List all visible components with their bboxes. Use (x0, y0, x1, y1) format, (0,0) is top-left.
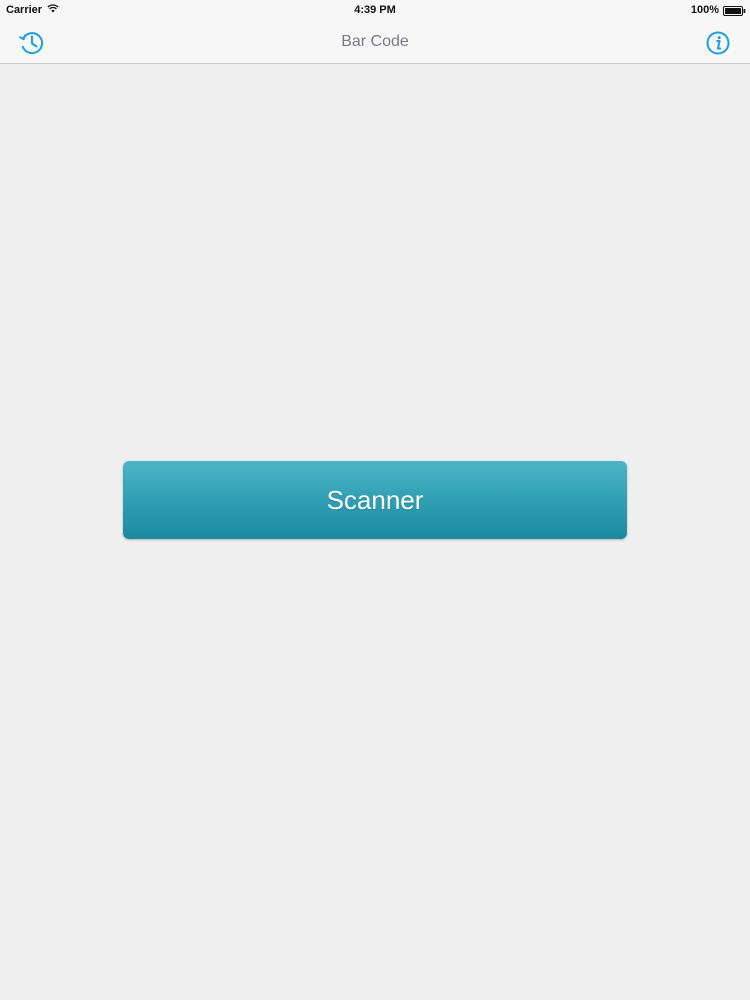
battery-percent: 100% (690, 4, 719, 16)
page-title: Bar Code (341, 33, 409, 50)
navigation-bar: Bar Code (0, 22, 750, 64)
main-content: Scanner (0, 64, 750, 1000)
battery-icon (723, 5, 746, 16)
status-bar: Carrier 4:39 PM 100% (0, 0, 750, 22)
info-icon (704, 29, 732, 57)
status-time: 4:39 PM (354, 4, 396, 16)
scanner-button[interactable]: Scanner (123, 461, 627, 539)
status-right: 100% (690, 4, 746, 16)
info-button[interactable] (704, 29, 732, 57)
